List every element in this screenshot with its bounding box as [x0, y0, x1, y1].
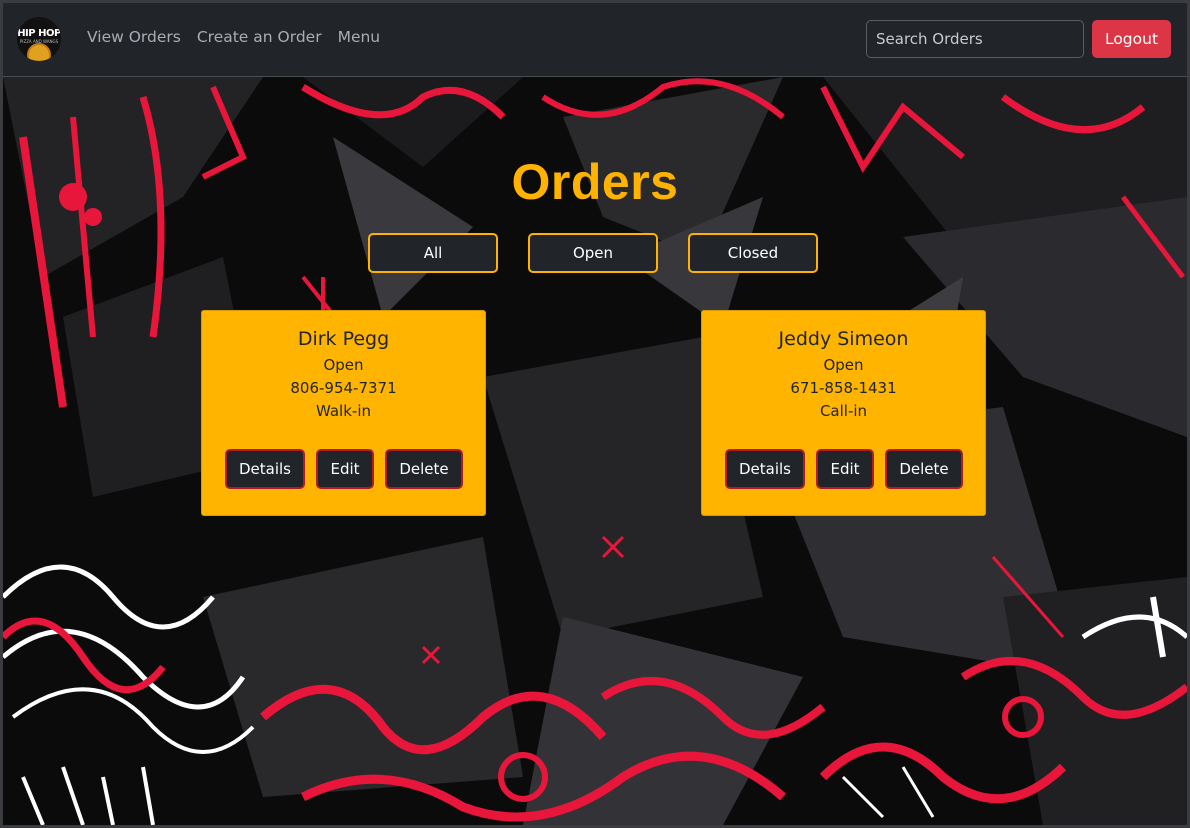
filter-closed-button[interactable]: Closed	[688, 233, 818, 273]
order-status: Open	[323, 356, 364, 374]
order-card: Jeddy Simeon Open 671-858-1431 Call-in D…	[701, 310, 986, 516]
details-button[interactable]: Details	[725, 449, 805, 489]
app-window: HIP HOP PIZZA AND WANGS View Orders Crea…	[0, 0, 1190, 828]
delete-button[interactable]: Delete	[885, 449, 963, 489]
search-orders-input[interactable]	[866, 20, 1084, 58]
nav-link-menu[interactable]: Menu	[338, 28, 381, 46]
order-card: Dirk Pegg Open 806-954-7371 Walk-in Deta…	[201, 310, 486, 516]
delete-button[interactable]: Delete	[385, 449, 463, 489]
page-title: Orders	[511, 154, 679, 210]
navbar: HIP HOP PIZZA AND WANGS View Orders Crea…	[3, 3, 1187, 77]
order-customer-name: Dirk Pegg	[297, 328, 390, 350]
details-button[interactable]: Details	[225, 449, 305, 489]
edit-button[interactable]: Edit	[816, 449, 874, 489]
order-type: Walk-in	[315, 402, 371, 420]
order-customer-name: Jeddy Simeon	[778, 328, 909, 350]
order-type: Call-in	[819, 402, 868, 420]
order-phone: 671-858-1431	[790, 379, 897, 397]
logo-subtext: PIZZA AND WANGS	[19, 39, 59, 44]
nav-link-create-order[interactable]: Create an Order	[197, 28, 322, 46]
filter-open-button[interactable]: Open	[528, 233, 658, 273]
pizza-icon	[27, 43, 51, 61]
edit-button[interactable]: Edit	[316, 449, 374, 489]
filter-all-button[interactable]: All	[368, 233, 498, 273]
brand-logo[interactable]: HIP HOP PIZZA AND WANGS	[17, 17, 61, 61]
order-phone: 806-954-7371	[290, 379, 397, 397]
order-status: Open	[823, 356, 864, 374]
nav-link-view-orders[interactable]: View Orders	[87, 28, 181, 46]
nav-links: View Orders Create an Order Menu	[87, 28, 380, 46]
logout-button[interactable]: Logout	[1092, 20, 1171, 58]
logo-text: HIP HOP	[17, 28, 61, 39]
